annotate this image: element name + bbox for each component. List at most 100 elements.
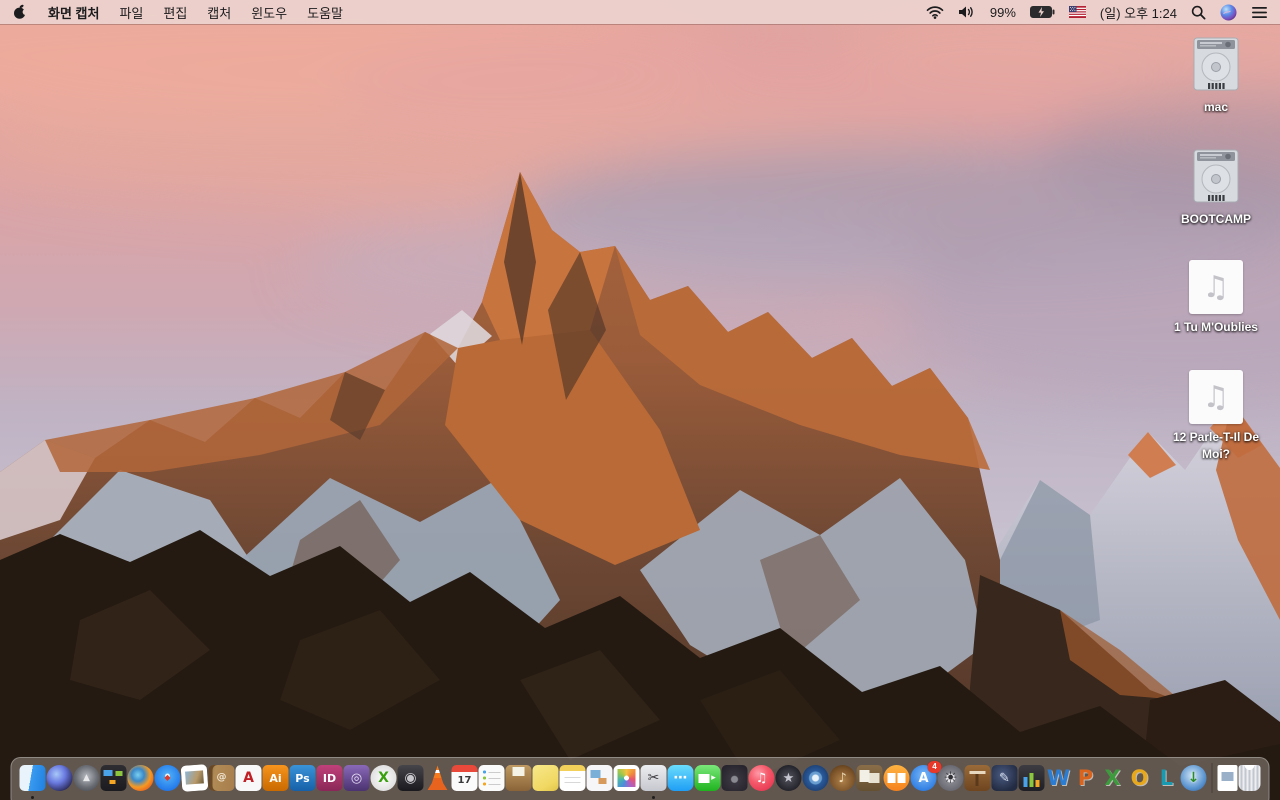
dock-app-store-icon[interactable]: A4	[910, 761, 942, 791]
dock-numbers-icon[interactable]	[1018, 765, 1045, 791]
dock-launchpad-icon[interactable]: ▲	[73, 765, 100, 791]
facetime-glyph: ▸	[711, 772, 716, 783]
dock-keynote-icon[interactable]	[964, 765, 991, 791]
dock-system-preferences-icon[interactable]: ☀	[937, 765, 964, 791]
dock-garageband-icon[interactable]: ♪	[829, 765, 856, 791]
dock-pages-icon[interactable]: ✎	[991, 765, 1018, 791]
dock-calendar-icon[interactable]: 17	[451, 765, 478, 791]
screen-capture-grab-running-indicator	[652, 796, 655, 799]
dock-photo-viewer-icon[interactable]	[180, 764, 209, 792]
dock-indesign-icon[interactable]: ID	[316, 765, 343, 791]
dock-disk-utility-app-icon[interactable]: ◉	[397, 765, 424, 791]
battery-percent: 99%	[989, 4, 1016, 20]
dock-notes-icon[interactable]	[559, 765, 586, 791]
menu-help[interactable]: 도움말	[307, 3, 343, 22]
dock-photoshop-icon[interactable]: Ps	[289, 765, 316, 791]
imovie-glyph: ★	[782, 770, 795, 786]
desktop-icon-audio-1[interactable]: ♫ 1 Tu M'Oublies	[1164, 260, 1268, 336]
itunes-glyph: ♫	[755, 770, 768, 786]
dock-preview-icon[interactable]	[586, 765, 613, 791]
hard-drive-icon	[1193, 149, 1239, 203]
menu-window[interactable]: 윈도우	[251, 3, 287, 22]
dock-outlook-icon[interactable]: O	[1127, 765, 1153, 791]
downloader-app-glyph: ↓	[1187, 770, 1200, 786]
powerpoint-glyph: P	[1077, 765, 1094, 790]
dock-document-file-icon[interactable]	[1217, 765, 1238, 791]
desktop-icon-label: BOOTCAMP	[1181, 212, 1251, 226]
screen-capture-grab-glyph: ✂	[647, 770, 660, 786]
dock-vlc-icon[interactable]	[427, 765, 448, 790]
dock-scrapbook-app-icon[interactable]	[856, 765, 883, 791]
lync-glyph: L	[1159, 765, 1174, 790]
dock-toast-icon[interactable]: ◎	[343, 765, 370, 791]
active-app-name[interactable]: 화면 캡처	[48, 3, 99, 22]
dock-lync-icon[interactable]: L	[1154, 765, 1180, 791]
finder-running-indicator	[31, 796, 34, 799]
dock-illustrator-icon[interactable]: Ai	[262, 765, 289, 791]
music-note-icon: ♫	[1202, 379, 1230, 415]
menu-edit[interactable]: 편집	[163, 3, 187, 22]
dock-safari-icon[interactable]: ◆	[154, 765, 181, 791]
wifi-icon[interactable]	[926, 5, 944, 19]
dock-dvd-app-icon[interactable]	[802, 765, 829, 791]
siri-icon[interactable]	[1220, 4, 1237, 21]
hard-drive-icon	[1193, 37, 1239, 91]
acrobat-reader-glyph: A	[243, 770, 254, 786]
us-flag-input-source-icon[interactable]	[1068, 6, 1086, 18]
dock-contacts-icon[interactable]: @	[208, 765, 235, 791]
notification-center-icon[interactable]	[1251, 6, 1268, 19]
menu-bar-left: 화면 캡처 파일 편집 캡처 윈도우 도움말	[12, 3, 343, 22]
desktop-icon-mac[interactable]: mac	[1164, 36, 1268, 116]
audio-file-icon: ♫	[1189, 370, 1243, 424]
dock-finder-icon[interactable]	[19, 765, 46, 799]
desktop-icon-label: 12 Parle-T-Il De Moi?	[1172, 430, 1260, 461]
dock-divider	[1211, 763, 1213, 793]
desktop-icon-label: mac	[1203, 100, 1229, 114]
volume-icon[interactable]	[958, 5, 976, 19]
green-x-app-glyph: X	[378, 770, 389, 786]
dock-photo-booth-icon[interactable]	[721, 765, 748, 791]
dock-mission-control-icon[interactable]	[100, 765, 127, 791]
dock-siri-icon[interactable]	[46, 765, 73, 791]
dock-facetime-icon[interactable]: ▸	[694, 765, 721, 791]
battery-charging-icon[interactable]	[1029, 6, 1055, 18]
dock-stickies-icon[interactable]	[532, 765, 559, 791]
dock-downloader-app-icon[interactable]: ↓	[1180, 765, 1207, 791]
desktop-icon-bootcamp[interactable]: BOOTCAMP	[1164, 148, 1268, 228]
dock-green-x-app-icon[interactable]: X	[370, 765, 397, 791]
dock-imovie-icon[interactable]: ★	[775, 765, 802, 791]
dock-word-icon[interactable]: W	[1046, 765, 1072, 791]
dock-acrobat-reader-icon[interactable]: A	[235, 765, 262, 791]
apple-menu-icon[interactable]	[12, 3, 28, 21]
illustrator-glyph: Ai	[269, 771, 282, 785]
dock-archive-box-app-icon[interactable]	[505, 765, 532, 791]
spotlight-search-icon[interactable]	[1191, 5, 1206, 20]
dock: ▲ ◆ @ A Ai Ps ID ◎ X ◉ 17 ✂ ⋯ ▸ ♫ ★ ♪ A 4 ☀ ✎ W P X O L ↓	[10, 757, 1270, 800]
dock-excel-icon[interactable]: X	[1100, 765, 1126, 791]
photoshop-glyph: Ps	[295, 771, 310, 785]
menu-bar-clock[interactable]: (일) 오후 1:24	[1100, 3, 1177, 22]
desktop-icon-label: 1 Tu M'Oublies	[1174, 320, 1258, 334]
calendar-glyph: 17	[457, 775, 472, 786]
dock-trash-icon[interactable]	[1238, 765, 1261, 791]
dock-screen-capture-grab-icon[interactable]: ✂	[640, 765, 667, 799]
dock-reminders-icon[interactable]	[478, 765, 505, 791]
dock-itunes-icon[interactable]: ♫	[748, 765, 775, 791]
dock-powerpoint-icon[interactable]: P	[1073, 765, 1099, 791]
desktop-icon-audio-2[interactable]: ♫ 12 Parle-T-Il De Moi?	[1164, 370, 1268, 463]
indesign-glyph: ID	[322, 771, 337, 785]
dock-firefox-icon[interactable]	[127, 765, 154, 791]
disk-utility-app-glyph: ◉	[404, 770, 417, 786]
menu-capture[interactable]: 캡처	[207, 3, 231, 22]
dock-photos-icon[interactable]	[613, 765, 640, 791]
menu-bar-status: 99% (일) 오후 1:24	[926, 3, 1268, 22]
app-store-glyph: A	[918, 770, 929, 786]
pages-glyph: ✎	[999, 770, 1010, 786]
desktop-wallpaper	[0, 0, 1280, 800]
audio-file-icon: ♫	[1189, 260, 1243, 314]
garageband-glyph: ♪	[838, 770, 847, 786]
menu-items: 파일 편집 캡처 윈도우 도움말	[119, 3, 343, 22]
menu-file[interactable]: 파일	[119, 3, 143, 22]
dock-ibooks-icon[interactable]	[883, 765, 910, 791]
dock-messages-icon[interactable]: ⋯	[667, 765, 694, 791]
